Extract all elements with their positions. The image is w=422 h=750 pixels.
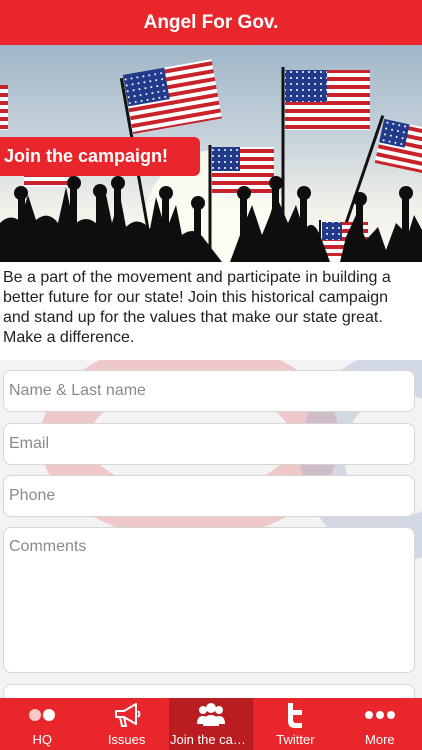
tab-issues[interactable]: Issues <box>84 698 168 750</box>
join-campaign-banner: Join the campaign! <box>0 137 200 176</box>
hero-image: Join the campaign! <box>0 45 422 262</box>
next-field[interactable] <box>3 684 415 698</box>
bottom-tab-bar: HQ Issues Join the campaign <box>0 698 422 750</box>
tab-label: Twitter <box>276 732 315 747</box>
twitter-icon <box>283 701 307 729</box>
tab-label: HQ <box>32 732 52 747</box>
tab-twitter[interactable]: Twitter <box>253 698 337 750</box>
app-header: Angel For Gov. <box>0 0 422 45</box>
intro-text: Be a part of the movement and participat… <box>0 262 422 360</box>
email-field[interactable]: Email <box>3 423 415 465</box>
join-campaign-banner-label: Join the campaign! <box>4 146 169 166</box>
tab-join-campaign[interactable]: Join the campaign <box>168 698 254 750</box>
dots-icon <box>28 701 56 729</box>
tab-label: Issues <box>107 732 146 747</box>
megaphone-icon <box>112 701 142 729</box>
phone-field[interactable]: Phone <box>3 475 415 517</box>
comments-field[interactable]: Comments <box>3 527 415 673</box>
tab-label: Join the campaign <box>170 732 252 747</box>
group-icon <box>195 701 227 729</box>
tab-label: More <box>365 732 395 747</box>
name-field-placeholder: Name & Last name <box>9 382 146 399</box>
page-title: Angel For Gov. <box>143 11 279 33</box>
email-field-placeholder: Email <box>9 435 50 452</box>
signup-form: Name & Last name Email Phone Comments <box>0 360 422 698</box>
comments-field-placeholder: Comments <box>9 538 87 555</box>
more-icon <box>364 701 396 729</box>
phone-field-placeholder: Phone <box>9 487 56 504</box>
tab-more[interactable]: More <box>338 698 422 750</box>
tab-hq[interactable]: HQ <box>0 698 84 750</box>
name-field[interactable]: Name & Last name <box>3 370 415 412</box>
